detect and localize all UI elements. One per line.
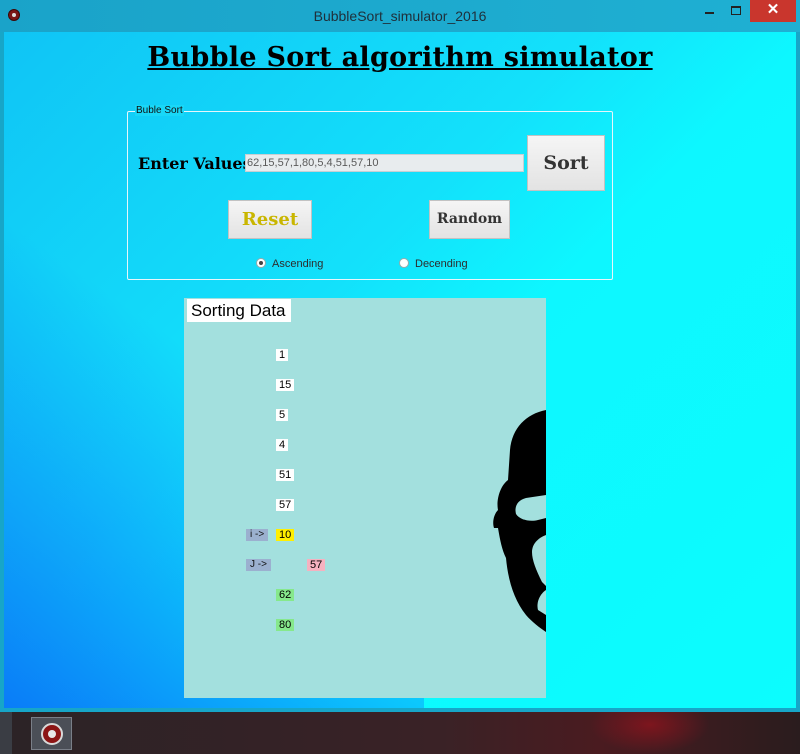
title-bar[interactable]: BubbleSort_simulator_2016 ✕: [0, 0, 800, 32]
panel-title: Sorting Data: [187, 299, 291, 322]
taskbar-app-button[interactable]: [31, 717, 72, 750]
radio-unselected-icon: [399, 258, 409, 268]
taskbar-edge: [0, 712, 12, 754]
close-icon: ✕: [766, 1, 780, 18]
taskbar: [0, 712, 800, 754]
minimize-icon: [704, 12, 714, 14]
bubble-sort-groupbox: Buble Sort Enter Values 62,15,57,1,80,5,…: [127, 105, 613, 280]
bald-man-silhouette-icon: [493, 410, 546, 632]
array-cell-8-sorted: 62: [276, 589, 295, 601]
groupbox-legend: Buble Sort: [135, 105, 184, 116]
radio-descending[interactable]: Decending: [399, 258, 468, 270]
sort-button[interactable]: Sort: [527, 135, 605, 191]
wallpaper-glow: [590, 712, 710, 754]
reset-button[interactable]: Reset: [228, 200, 312, 239]
array-cell-2: 5: [276, 409, 289, 421]
maximize-button[interactable]: [723, 0, 749, 22]
array-cell-7-active-j: 57: [307, 559, 326, 571]
array-cell-9-sorted: 80: [276, 619, 295, 631]
minimize-button[interactable]: [696, 0, 722, 22]
window-title: BubbleSort_simulator_2016: [313, 8, 487, 24]
app-window: BubbleSort_simulator_2016 ✕ Bubble Sort …: [0, 0, 800, 712]
close-button[interactable]: ✕: [750, 0, 796, 22]
radio-selected-icon: [256, 258, 266, 268]
array-cell-0: 1: [276, 349, 289, 361]
page-title: Bubble Sort algorithm simulator: [147, 42, 653, 73]
pointer-i-label: i ->: [246, 529, 269, 541]
random-button[interactable]: Random: [429, 200, 510, 239]
radio-descending-label: Decending: [415, 258, 468, 270]
pointer-j-label: J ->: [246, 559, 271, 571]
enter-values-label: Enter Values: [138, 154, 252, 173]
array-cell-3: 4: [276, 439, 289, 451]
array-cell-1: 15: [276, 379, 295, 391]
client-area: Bubble Sort algorithm simulator Buble So…: [4, 32, 796, 708]
array-cell-5: 57: [276, 499, 295, 511]
values-input[interactable]: 62,15,57,1,80,5,4,51,57,10: [245, 154, 524, 172]
spider-app-icon: [41, 723, 63, 745]
maximize-icon: [731, 6, 741, 15]
sorting-data-panel: Sorting Data 1 15 5 4 51 57 i -> 10 J ->…: [184, 298, 546, 698]
radio-ascending[interactable]: Ascending: [256, 258, 323, 270]
array-cell-4: 51: [276, 469, 295, 481]
radio-ascending-label: Ascending: [272, 258, 324, 270]
array-cell-6-active-i: 10: [276, 529, 295, 541]
